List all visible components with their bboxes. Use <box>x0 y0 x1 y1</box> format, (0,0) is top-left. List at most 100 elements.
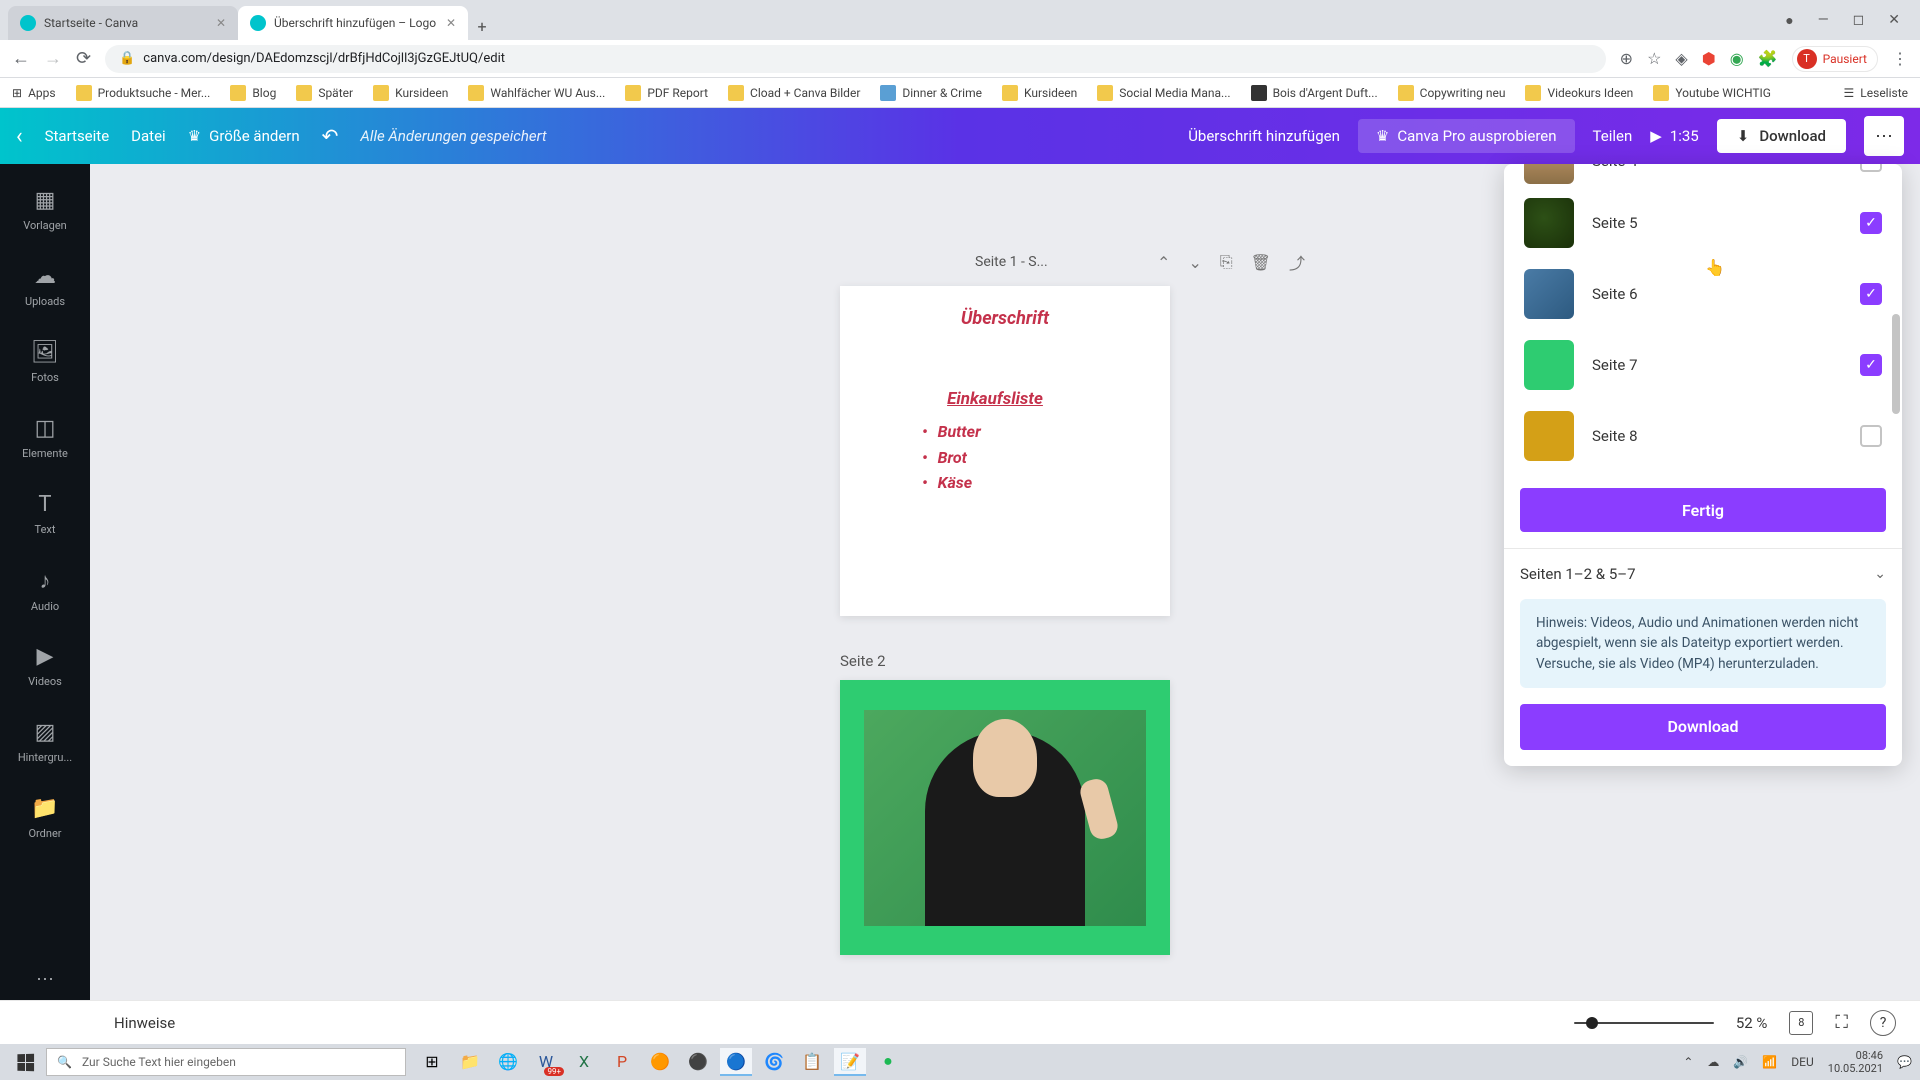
fullscreen-icon[interactable]: ⛶ <box>1835 1012 1848 1033</box>
address-bar[interactable]: 🔒 canva.com/design/DAEdomzscjl/drBfjHdCo… <box>105 45 1606 73</box>
file-menu[interactable]: Datei <box>131 127 166 145</box>
document-title[interactable]: Überschrift hinzufügen <box>1188 127 1340 145</box>
bookmark-item[interactable]: Kursideen <box>1002 85 1077 101</box>
page-item-6[interactable]: Seite 6 ✓ <box>1520 259 1886 330</box>
task-view-icon[interactable]: ⊞ <box>416 1048 448 1076</box>
page-item-8[interactable]: Seite 8 <box>1520 401 1886 472</box>
spotify-icon[interactable]: ● <box>872 1048 904 1076</box>
onedrive-icon[interactable]: ☁ <box>1707 1055 1719 1069</box>
bookmark-item[interactable]: Social Media Mana... <box>1097 85 1230 101</box>
zoom-slider[interactable] <box>1574 1022 1714 1024</box>
sidebar-videos[interactable]: ▶Videos <box>0 628 90 704</box>
star-icon[interactable]: ☆ <box>1647 49 1661 68</box>
share-button[interactable]: Teilen <box>1593 127 1633 145</box>
share-icon[interactable]: ⤴ <box>1289 250 1305 274</box>
new-tab-button[interactable]: + <box>468 12 496 40</box>
reading-list[interactable]: ☰Leseliste <box>1844 86 1908 100</box>
sidebar-text[interactable]: TText <box>0 476 90 552</box>
checkbox-checked[interactable]: ✓ <box>1860 212 1882 234</box>
zoom-knob[interactable] <box>1586 1017 1598 1029</box>
checkbox-checked[interactable]: ✓ <box>1860 283 1882 305</box>
duplicate-icon[interactable]: ⎘ <box>1220 252 1233 272</box>
checkbox[interactable] <box>1860 425 1882 447</box>
bookmark-item[interactable]: Copywriting neu <box>1398 85 1506 101</box>
page-selection-dropdown[interactable]: Seiten 1–2 & 5–7 ⌄ <box>1504 549 1902 599</box>
volume-icon[interactable]: 🔊 <box>1733 1055 1748 1069</box>
extension-icon[interactable]: ⬢ <box>1702 49 1716 68</box>
forward-icon[interactable]: → <box>44 48 62 69</box>
app-icon[interactable]: 🌐 <box>492 1048 524 1076</box>
bookmark-item[interactable]: Cload + Canva Bilder <box>728 85 860 101</box>
sidebar-audio[interactable]: ♪Audio <box>0 552 90 628</box>
try-pro-button[interactable]: ♛Canva Pro ausprobieren <box>1358 119 1575 153</box>
page-item-4[interactable]: Seite 4 <box>1520 164 1886 188</box>
reload-icon[interactable]: ⟳ <box>76 48 91 69</box>
sidebar-photos[interactable]: 🖼Fotos <box>0 324 90 400</box>
browser-tab-1[interactable]: Startseite - Canva ✕ <box>8 6 238 40</box>
apps-button[interactable]: ⊞Apps <box>12 86 56 100</box>
grid-view-button[interactable]: 8 <box>1789 1011 1813 1035</box>
page-selector-list[interactable]: Seite 4 Seite 5 ✓ Seite 6 ✓ Seite 7 ✓ Se… <box>1504 164 1902 472</box>
sidebar-folders[interactable]: 📁Ordner <box>0 780 90 856</box>
checkbox-checked[interactable]: ✓ <box>1860 354 1882 376</box>
sidebar-uploads[interactable]: ☁Uploads <box>0 248 90 324</box>
bookmark-item[interactable]: Bois d'Argent Duft... <box>1251 85 1378 101</box>
profile-paused[interactable]: T Pausiert <box>1792 46 1878 72</box>
zoom-percent[interactable]: 52 % <box>1736 1014 1768 1032</box>
browser-tab-2[interactable]: Überschrift hinzufügen – Logo ✕ <box>238 6 468 40</box>
checkbox[interactable] <box>1860 164 1882 172</box>
excel-icon[interactable]: X <box>568 1048 600 1076</box>
extensions-icon[interactable]: 🧩 <box>1758 49 1778 68</box>
sidebar-more[interactable]: ⋯ <box>36 969 54 990</box>
home-link[interactable]: Startseite <box>45 127 110 145</box>
chevron-down-icon[interactable]: ⌄ <box>1188 253 1201 272</box>
bookmark-item[interactable]: Dinner & Crime <box>880 85 982 101</box>
scrollbar-thumb[interactable] <box>1892 314 1900 414</box>
extension-icon[interactable]: ◈ <box>1675 49 1687 68</box>
app-icon[interactable]: 📋 <box>796 1048 828 1076</box>
app-icon[interactable]: 📝 <box>834 1048 866 1076</box>
bookmark-item[interactable]: PDF Report <box>625 85 708 101</box>
clock[interactable]: 08:46 10.05.2021 <box>1828 1049 1883 1075</box>
close-icon[interactable]: ✕ <box>446 16 456 30</box>
canvas-page-2[interactable] <box>840 680 1170 955</box>
minimize-icon[interactable]: — <box>1818 12 1829 28</box>
close-window-icon[interactable]: ✕ <box>1888 12 1900 28</box>
app-icon[interactable]: 🟠 <box>644 1048 676 1076</box>
sidebar-background[interactable]: ▨Hintergru... <box>0 704 90 780</box>
page-item-5[interactable]: Seite 5 ✓ <box>1520 188 1886 259</box>
help-button[interactable]: ? <box>1870 1010 1896 1036</box>
notifications-icon[interactable]: 💬 <box>1897 1055 1912 1069</box>
download-button[interactable]: ⬇Download <box>1717 119 1846 153</box>
chevron-up-icon[interactable]: ⌃ <box>1157 253 1170 272</box>
undo-icon[interactable]: ↶ <box>322 124 339 148</box>
bookmark-item[interactable]: Produktsuche - Mer... <box>76 85 211 101</box>
bookmark-item[interactable]: Kursideen <box>373 85 448 101</box>
back-arrow-icon[interactable]: ‹ <box>16 124 23 149</box>
scrollbar[interactable] <box>1890 164 1900 472</box>
profile-icon[interactable]: ● <box>1785 12 1793 29</box>
done-button[interactable]: Fertig <box>1520 488 1886 532</box>
delete-icon[interactable]: 🗑 <box>1251 253 1271 272</box>
menu-icon[interactable]: ⋮ <box>1892 49 1908 68</box>
extension-icon[interactable]: ◉ <box>1730 49 1744 68</box>
notes-button[interactable]: Hinweise <box>114 1014 175 1032</box>
wifi-icon[interactable]: 📶 <box>1762 1055 1777 1069</box>
bookmark-item[interactable]: Später <box>296 85 353 101</box>
more-menu-button[interactable]: ⋯ <box>1864 116 1904 156</box>
canvas-page-1[interactable]: Überschrift Einkaufsliste Butter Brot Kä… <box>840 286 1170 616</box>
play-button[interactable]: ▶1:35 <box>1650 127 1698 145</box>
explorer-icon[interactable]: 📁 <box>454 1048 486 1076</box>
word-icon[interactable]: W99+ <box>530 1048 562 1076</box>
bookmark-item[interactable]: Youtube WICHTIG <box>1653 85 1771 101</box>
windows-search[interactable]: 🔍Zur Suche Text hier eingeben <box>46 1048 406 1076</box>
powerpoint-icon[interactable]: P <box>606 1048 638 1076</box>
back-icon[interactable]: ← <box>12 48 30 69</box>
language-indicator[interactable]: DEU <box>1791 1055 1813 1069</box>
tray-chevron-icon[interactable]: ⌃ <box>1683 1055 1693 1069</box>
resize-menu[interactable]: ♛Größe ändern <box>188 127 300 145</box>
close-icon[interactable]: ✕ <box>216 16 226 30</box>
app-icon[interactable]: ⚫ <box>682 1048 714 1076</box>
sidebar-elements[interactable]: ◫Elemente <box>0 400 90 476</box>
panel-download-button[interactable]: Download <box>1520 704 1886 750</box>
